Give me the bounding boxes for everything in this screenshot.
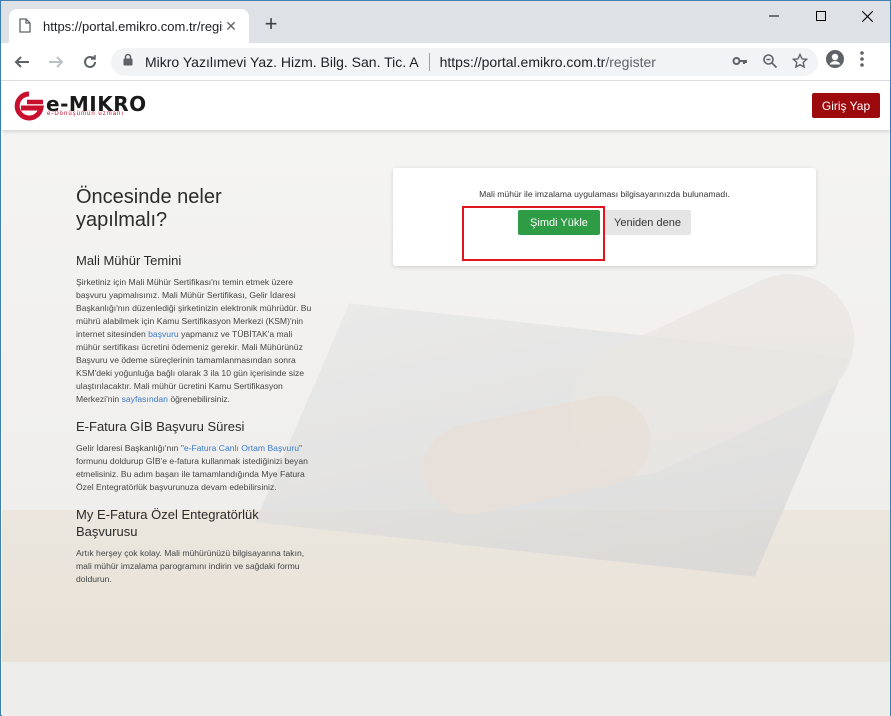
site-header: e-MIKRO e-Dönüşümün uzmanı Giriş Yap bbox=[2, 82, 890, 130]
browser-toolbar: Mikro Yazılımevi Yaz. Hizm. Bilg. San. T… bbox=[1, 43, 890, 81]
tab-title: https://portal.emikro.com.tr/regis bbox=[43, 18, 223, 34]
tab-strip: https://portal.emikro.com.tr/regis ✕ + bbox=[1, 1, 890, 43]
address-bar[interactable]: Mikro Yazılımevi Yaz. Hizm. Bilg. San. T… bbox=[111, 48, 818, 76]
section-title-seal: Mali Mühür Temini bbox=[76, 253, 182, 268]
logo-tagline: e-Dönüşümün uzmanı bbox=[47, 111, 125, 117]
maximize-icon[interactable] bbox=[798, 1, 844, 31]
minimize-icon[interactable] bbox=[751, 1, 797, 31]
highlight-box bbox=[462, 206, 605, 261]
profile-avatar-icon[interactable] bbox=[825, 49, 845, 74]
forward-icon[interactable] bbox=[43, 49, 69, 75]
emikro-logo-mark-icon bbox=[14, 91, 44, 121]
key-icon[interactable] bbox=[732, 53, 748, 74]
bg-footer-band bbox=[2, 662, 890, 716]
new-tab-button[interactable]: + bbox=[259, 13, 283, 37]
omnibox-divider bbox=[428, 53, 430, 71]
toolbar-right bbox=[825, 49, 865, 74]
close-tab-icon[interactable]: ✕ bbox=[223, 18, 239, 35]
login-button[interactable]: Giriş Yap bbox=[812, 93, 880, 118]
reload-icon[interactable] bbox=[77, 49, 103, 75]
lock-icon[interactable] bbox=[123, 53, 133, 71]
certificate-org: Mikro Yazılımevi Yaz. Hizm. Bilg. San. T… bbox=[145, 54, 419, 70]
url-path: /register bbox=[605, 54, 656, 70]
browser-window: https://portal.emikro.com.tr/regis ✕ + M… bbox=[0, 0, 891, 716]
section-title-gib: E-Fatura GİB Başvuru Süresi bbox=[76, 419, 245, 434]
bookmark-star-icon[interactable] bbox=[791, 52, 809, 74]
section-text-gib: Gelir İdaresi Başkanlığı'nın "e-Fatura C… bbox=[76, 443, 308, 492]
close-window-icon[interactable] bbox=[844, 1, 890, 31]
section-text-integrator: Artık herşey çok kolay. Mali mühürünüzü … bbox=[76, 548, 305, 584]
app-not-found-message: Mali mühür ile imzalama uygulaması bilgi… bbox=[479, 189, 730, 199]
section-text-seal: Şirketiniz için Mali Mühür Sertifikası'n… bbox=[76, 277, 312, 404]
menu-kebab-icon[interactable] bbox=[859, 49, 865, 74]
page-title: Öncesinde neler yapılmalı? bbox=[76, 186, 222, 231]
instructions-panel: Öncesinde neler yapılmalı? Mali Mühür Te… bbox=[76, 186, 316, 598]
efatura-application-link[interactable]: e-Fatura Canlı Ortam Başvuru bbox=[184, 443, 299, 453]
section-title-integrator: My E-Fatura Özel Entegratörlük Başvurusu bbox=[76, 507, 259, 539]
browser-tab[interactable]: https://portal.emikro.com.tr/regis ✕ bbox=[9, 9, 249, 43]
application-link[interactable]: başvuru bbox=[148, 329, 179, 339]
zoom-icon[interactable] bbox=[762, 53, 778, 74]
retry-button[interactable]: Yeniden dene bbox=[604, 210, 691, 235]
page-icon bbox=[19, 18, 33, 34]
url-host: https://portal.emikro.com.tr bbox=[439, 54, 606, 70]
fee-page-link[interactable]: sayfasından bbox=[122, 394, 168, 404]
back-icon[interactable] bbox=[9, 49, 35, 75]
